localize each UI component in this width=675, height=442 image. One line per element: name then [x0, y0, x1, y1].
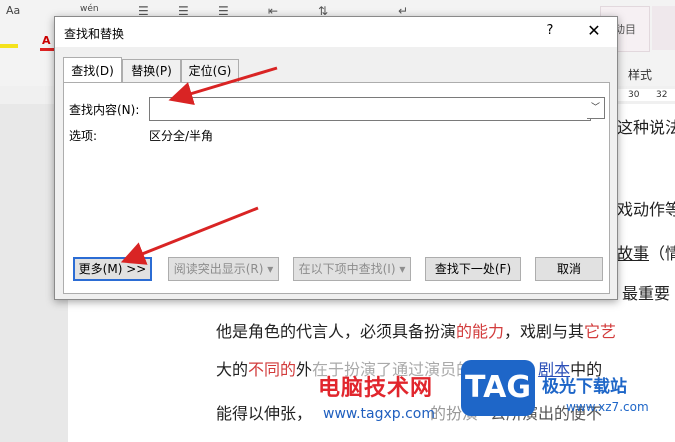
tab-find[interactable]: 查找(D): [63, 57, 122, 83]
find-what-input[interactable]: [149, 97, 591, 121]
options-label: 选项:: [69, 129, 98, 143]
highlight-color-swatch: [0, 44, 18, 48]
watermark-logo: TAG: [461, 360, 535, 416]
phonetic-guide-button[interactable]: wén: [80, 4, 99, 14]
font-color-button[interactable]: A: [42, 34, 51, 47]
doc-text-fragment: 这种说法: [617, 118, 675, 137]
cancel-button[interactable]: 取消: [535, 257, 603, 281]
doc-text-red: 的能力: [456, 322, 505, 341]
doc-text-fragment: 戏动作等: [617, 200, 675, 219]
watermark-site-name: 极光下载站: [542, 377, 627, 397]
watermark-text: 电脑技术网: [318, 376, 434, 401]
styles-group-label: 样式: [628, 68, 653, 82]
doc-link-fragment[interactable]: 故事: [617, 240, 649, 264]
find-panel: 查找内容(N): ﹀ 选项: 区分全/半角 更多(M) >> 阅读突出显示(R)…: [63, 82, 610, 294]
find-replace-dialog: 查找和替换 ? ✕ 查找(D) 替换(P) 定位(G) 查找内容(N): ﹀ 选…: [54, 16, 618, 300]
change-case-button[interactable]: Aa: [6, 4, 20, 17]
more-button[interactable]: 更多(M) >>: [73, 257, 152, 281]
doc-text-fragment: （情: [649, 244, 675, 263]
style-gallery-item-next[interactable]: [652, 6, 675, 50]
ruler-number: 30: [628, 90, 640, 100]
font-color-swatch: [40, 48, 54, 51]
doc-text-red: 它艺: [584, 322, 617, 341]
tab-goto[interactable]: 定位(G): [181, 59, 239, 82]
find-in-button[interactable]: 在以下项中查找(I) ▾: [293, 257, 411, 281]
doc-text: ，戏剧与其: [504, 322, 585, 341]
doc-text: 外: [296, 360, 313, 379]
dialog-title: 查找和替换: [64, 27, 125, 41]
doc-text-red: 不同的: [248, 360, 297, 379]
watermark-url: www.tagxp.com: [323, 406, 435, 422]
options-value: 区分全/半角: [149, 129, 214, 143]
help-button[interactable]: ?: [542, 23, 558, 41]
doc-text: 大的: [216, 360, 249, 379]
dialog-titlebar[interactable]: 查找和替换 ? ✕: [55, 17, 617, 47]
close-button[interactable]: ✕: [582, 20, 606, 42]
doc-text-fragment: 最重要: [622, 284, 671, 303]
doc-text: 他是角色的代言人，必须具备扮演: [216, 322, 457, 341]
watermark-site-url: www.xz7.com: [566, 400, 649, 414]
doc-text: 能得以伸张，: [216, 404, 313, 423]
tab-replace[interactable]: 替换(P): [122, 59, 181, 82]
chevron-down-icon[interactable]: ﹀: [587, 97, 605, 119]
find-next-button[interactable]: 查找下一处(F): [425, 257, 521, 281]
find-what-label: 查找内容(N):: [69, 103, 140, 117]
ruler-number: 32: [656, 90, 668, 100]
doc-paragraph-line: 他是角色的代言人，必须具备扮演的能力，戏剧与其它艺: [216, 318, 616, 342]
reading-highlight-button[interactable]: 阅读突出显示(R) ▾: [168, 257, 279, 281]
